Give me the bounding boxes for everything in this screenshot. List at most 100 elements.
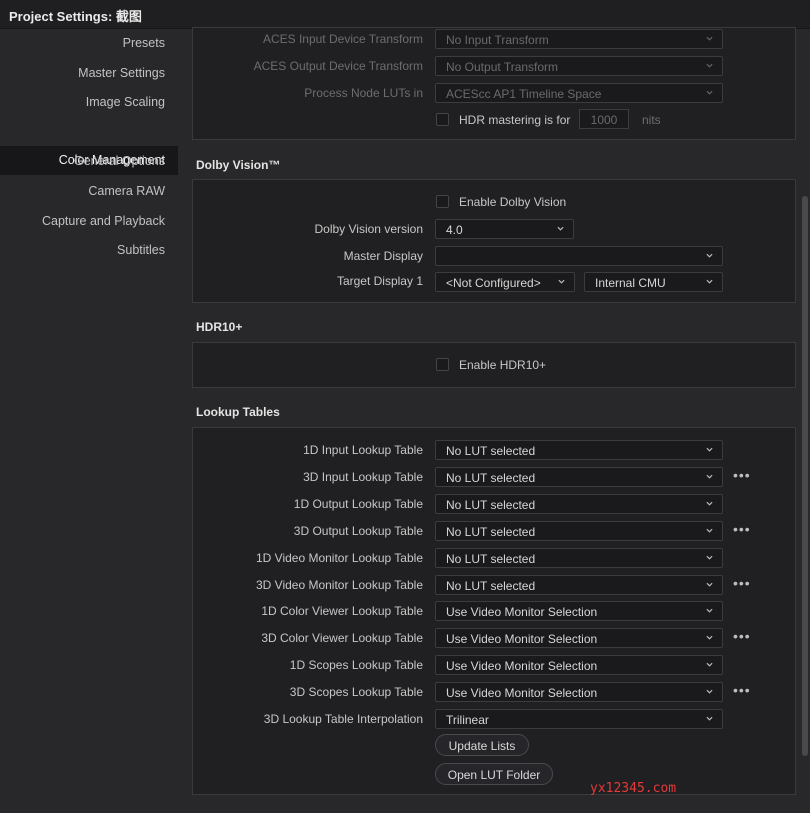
- window-title: Project Settings: 截图: [9, 9, 142, 24]
- chevron-down-icon: [706, 447, 713, 452]
- dropdown-value: No Output Transform: [446, 60, 559, 74]
- settings-sidebar: Presets Master Settings Image Scaling Co…: [0, 29, 178, 813]
- dropdown-value: No LUT selected: [446, 444, 536, 458]
- button-label: Open LUT Folder: [447, 768, 541, 782]
- more-options-icon[interactable]: •••: [733, 628, 751, 644]
- sidebar-item-presets[interactable]: Presets: [123, 36, 165, 50]
- lut-row-label: 1D Color Viewer Lookup Table: [261, 604, 423, 618]
- lut-row-dropdown[interactable]: No LUT selected: [435, 575, 723, 595]
- chevron-down-icon: [706, 36, 713, 41]
- aces-panel: ACES Input Device Transform No Input Tra…: [192, 27, 796, 140]
- chevron-down-icon: [706, 279, 713, 284]
- update-lists-button[interactable]: Update Lists: [435, 734, 529, 756]
- vertical-scrollbar[interactable]: [802, 196, 808, 756]
- chevron-down-icon: [706, 501, 713, 506]
- lut-row-label: 3D Color Viewer Lookup Table: [261, 631, 423, 645]
- lut-row-label: 1D Output Lookup Table: [293, 497, 423, 511]
- target-display-label: Target Display 1: [336, 274, 423, 288]
- lut-row-dropdown[interactable]: Use Video Monitor Selection: [435, 628, 723, 648]
- sidebar-item-subtitles[interactable]: Subtitles: [117, 243, 165, 257]
- lookup-tables-panel: 1D Input Lookup Table No LUT selected 3D I…: [192, 427, 796, 795]
- hdr-nits-value: 1000: [590, 113, 618, 127]
- button-label: Update Lists: [448, 739, 516, 753]
- chevron-down-icon: [558, 279, 565, 284]
- chevron-down-icon: [706, 689, 713, 694]
- lut-row-label: 1D Scopes Lookup Table: [289, 658, 423, 672]
- dropdown-value: Trilinear: [446, 713, 489, 727]
- open-lut-folder-button[interactable]: Open LUT Folder: [435, 763, 553, 785]
- lut-row-dropdown[interactable]: No LUT selected: [435, 548, 723, 568]
- dropdown-value: Use Video Monitor Selection: [446, 659, 598, 673]
- aces-input-dropdown[interactable]: No Input Transform: [435, 29, 723, 49]
- process-node-luts-label: Process Node LUTs in: [304, 86, 423, 100]
- lut-row-dropdown[interactable]: Trilinear: [435, 709, 723, 729]
- lut-row-label: 3D Lookup Table Interpolation: [263, 712, 423, 726]
- dolby-vision-panel: Enable Dolby Vision Dolby Vision version…: [192, 179, 796, 303]
- enable-dolby-vision-checkbox[interactable]: [436, 195, 449, 208]
- hdr10-section-title: HDR10+: [196, 320, 243, 334]
- hdr-mastering-label: HDR mastering is for: [459, 113, 571, 127]
- lut-row-label: 3D Scopes Lookup Table: [289, 685, 423, 699]
- more-options-icon[interactable]: •••: [733, 467, 751, 483]
- chevron-down-icon: [706, 635, 713, 640]
- dropdown-value: <Not Configured>: [446, 276, 541, 290]
- chevron-down-icon: [706, 555, 713, 560]
- aces-output-dropdown[interactable]: No Output Transform: [435, 56, 723, 76]
- chevron-down-icon: [706, 528, 713, 533]
- target-display-dropdown[interactable]: <Not Configured>: [435, 272, 575, 292]
- more-options-icon[interactable]: •••: [733, 521, 751, 537]
- chevron-down-icon: [706, 253, 713, 258]
- chevron-down-icon: [706, 474, 713, 479]
- sidebar-item-image-scaling[interactable]: Image Scaling: [86, 95, 165, 109]
- more-options-icon[interactable]: •••: [733, 575, 751, 591]
- master-display-dropdown[interactable]: [435, 246, 723, 266]
- cmu-dropdown[interactable]: Internal CMU: [584, 272, 723, 292]
- settings-content: ACES Input Device Transform No Input Tra…: [178, 27, 810, 813]
- lut-row-dropdown[interactable]: Use Video Monitor Selection: [435, 655, 723, 675]
- chevron-down-icon: [706, 63, 713, 68]
- dropdown-value: No LUT selected: [446, 525, 536, 539]
- lut-row-label: 3D Input Lookup Table: [303, 470, 423, 484]
- dropdown-value: No LUT selected: [446, 552, 536, 566]
- enable-hdr10-checkbox[interactable]: [436, 358, 449, 371]
- sidebar-item-camera-raw[interactable]: Camera RAW: [88, 184, 165, 198]
- dropdown-value: ACEScc AP1 Timeline Space: [446, 87, 602, 101]
- dropdown-value: No LUT selected: [446, 498, 536, 512]
- hdr10-panel: Enable HDR10+: [192, 342, 796, 388]
- lut-row-dropdown[interactable]: Use Video Monitor Selection: [435, 601, 723, 621]
- lut-row-label: 3D Output Lookup Table: [293, 524, 423, 538]
- aces-input-label: ACES Input Device Transform: [262, 32, 423, 46]
- lut-row-dropdown[interactable]: No LUT selected: [435, 521, 723, 541]
- hdr-nits-input[interactable]: 1000: [579, 109, 629, 129]
- sidebar-item-general-options[interactable]: General Options: [74, 154, 165, 168]
- dolby-version-label: Dolby Vision version: [314, 222, 424, 236]
- dropdown-value: Use Video Monitor Selection: [446, 605, 598, 619]
- sidebar-item-capture-playback[interactable]: Capture and Playback: [42, 214, 165, 228]
- dropdown-value: Use Video Monitor Selection: [446, 632, 598, 646]
- chevron-down-icon: [557, 226, 564, 231]
- nits-unit-label: nits: [642, 113, 661, 127]
- dolby-version-dropdown[interactable]: 4.0: [435, 219, 574, 239]
- lut-row-label: 3D Video Monitor Lookup Table: [255, 578, 423, 592]
- sidebar-item-master-settings[interactable]: Master Settings: [78, 66, 165, 80]
- lookup-tables-section-title: Lookup Tables: [196, 405, 280, 419]
- chevron-down-icon: [706, 582, 713, 587]
- process-node-luts-dropdown[interactable]: ACEScc AP1 Timeline Space: [435, 83, 723, 103]
- master-display-label: Master Display: [343, 249, 423, 263]
- lut-row-dropdown[interactable]: No LUT selected: [435, 467, 723, 487]
- lut-row-dropdown[interactable]: No LUT selected: [435, 440, 723, 460]
- dropdown-value: Use Video Monitor Selection: [446, 686, 598, 700]
- enable-dolby-vision-label: Enable Dolby Vision: [459, 195, 567, 209]
- lut-row-dropdown[interactable]: Use Video Monitor Selection: [435, 682, 723, 702]
- enable-hdr10-label: Enable HDR10+: [459, 358, 547, 372]
- dropdown-value: No LUT selected: [446, 471, 536, 485]
- lut-row-label: 1D Video Monitor Lookup Table: [255, 551, 423, 565]
- dolby-vision-section-title: Dolby Vision™: [196, 158, 281, 172]
- more-options-icon[interactable]: •••: [733, 682, 751, 698]
- dropdown-value: 4.0: [446, 223, 463, 237]
- lut-row-dropdown[interactable]: No LUT selected: [435, 494, 723, 514]
- aces-output-label: ACES Output Device Transform: [253, 59, 423, 73]
- watermark-text: yx12345.com: [590, 781, 677, 796]
- hdr-mastering-checkbox[interactable]: [436, 113, 449, 126]
- title-bar: Project Settings: 截图: [0, 0, 810, 29]
